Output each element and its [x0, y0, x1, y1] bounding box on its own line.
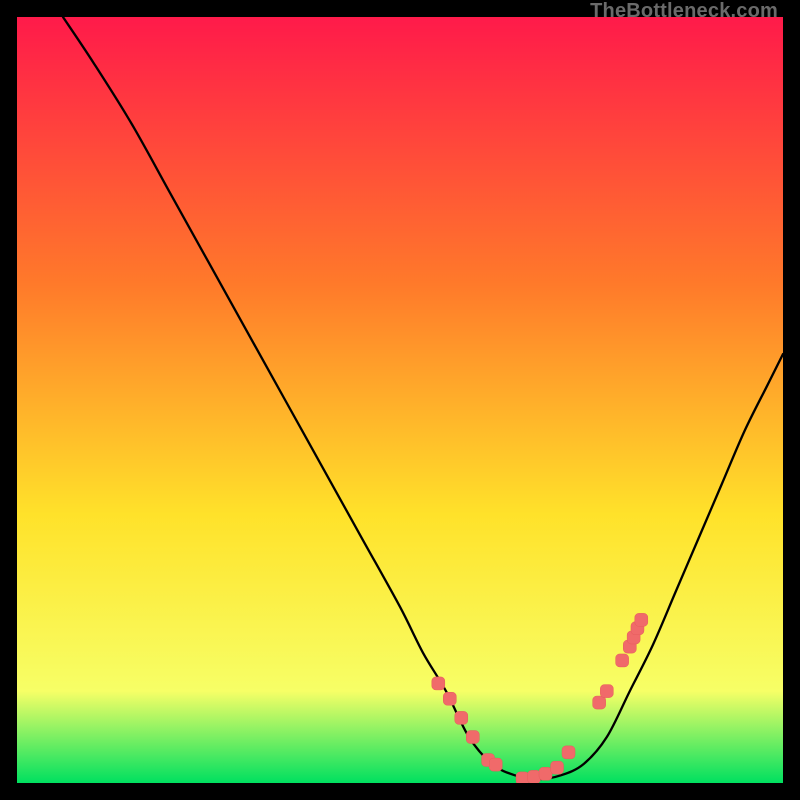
marker-point — [516, 772, 529, 783]
watermark-text: TheBottleneck.com — [590, 0, 778, 23]
marker-point — [455, 711, 468, 724]
marker-point — [443, 692, 456, 705]
marker-point — [551, 761, 564, 774]
marker-point — [562, 746, 575, 759]
marker-point — [528, 770, 541, 783]
marker-point — [539, 767, 552, 780]
chart-svg — [17, 17, 783, 783]
marker-point — [466, 731, 479, 744]
marker-point — [593, 696, 606, 709]
gradient-background — [17, 17, 783, 783]
marker-point — [432, 677, 445, 690]
chart-canvas — [17, 17, 783, 783]
marker-point — [635, 613, 648, 626]
marker-point — [600, 685, 613, 698]
marker-point — [489, 758, 502, 771]
marker-point — [616, 654, 629, 667]
